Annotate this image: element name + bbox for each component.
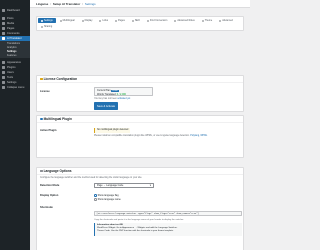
chevron-down-icon: ▾ (149, 184, 151, 187)
comments-icon (2, 31, 5, 35)
license-card-header: License Configuration (37, 76, 243, 83)
plan-badge: FREE (111, 89, 119, 92)
radio-show-name[interactable]: Show language name (94, 198, 121, 201)
rules-icon (174, 19, 177, 22)
save-activate-button[interactable]: Save & Activate (94, 102, 118, 110)
tab-settings[interactable]: Settings (38, 18, 56, 23)
posts-icon (2, 16, 5, 20)
license-status-box: Current Plan FREE Words Translated 0 / 2,0… (94, 87, 153, 96)
radio-show-flag[interactable]: Show language flag (94, 194, 119, 197)
media-icon (2, 21, 5, 25)
search-icon (146, 19, 149, 22)
radio-icon (94, 198, 97, 201)
multilingual-card: Multilingual Plugin Active Plugin No mul… (36, 115, 244, 158)
tab-links[interactable]: Links (96, 18, 111, 23)
tab-theme[interactable]: Theme (199, 18, 215, 23)
tab-advanced-rules[interactable]: Advanced Rules (171, 18, 197, 23)
page-icon (115, 19, 118, 22)
tab-multilingual[interactable]: Multilingual (57, 18, 78, 23)
breadcrumb: Linguise / Setup AI Translator / Setting… (36, 2, 96, 7)
multilingual-card-header: Multilingual Plugin (37, 116, 243, 123)
language-options-header: Language Options (37, 168, 243, 175)
language-icon (40, 169, 43, 173)
tab-sharing[interactable]: Sharing (38, 24, 55, 29)
submenu-features[interactable]: Features (0, 53, 30, 57)
globe-icon (40, 117, 43, 121)
shortcode-note: Copy the shortcode and paste it in the l… (94, 219, 184, 221)
key-icon (40, 77, 43, 81)
display-icon (81, 19, 84, 22)
tab-seo[interactable]: SEO (129, 18, 143, 23)
theme-icon (201, 19, 204, 22)
detection-mode-label: Detection Mode (40, 184, 60, 187)
license-card: License Configuration License Current Pl… (36, 75, 244, 112)
tools-icon (2, 76, 5, 79)
plugins-icon (2, 66, 5, 69)
translator-icon (2, 36, 5, 40)
pages-icon (2, 26, 5, 30)
users-icon (2, 71, 5, 74)
menu-collapse[interactable]: Collapse menu (0, 85, 30, 90)
translator-submenu: Translations Analytics Settings Features (0, 40, 30, 58)
link-icon (99, 19, 102, 22)
settings-tabs: Settings Multilingual Display Links Page… (36, 16, 244, 31)
breadcrumb-section[interactable]: Setup AI Translator (53, 2, 80, 6)
gear-icon (41, 19, 43, 22)
license-note-link[interactable]: activated yet (117, 98, 130, 100)
settings-icon (2, 81, 5, 84)
plugin-description: Please install an compatible translation… (94, 135, 208, 137)
dashboard-icon (2, 9, 5, 12)
shortcode-label: Shortcode (40, 206, 53, 209)
license-note: Your key has not been activated yet (94, 98, 131, 100)
license-row-label: License (40, 90, 50, 93)
words-value: 0 / 2,000 (116, 92, 127, 96)
radio-icon (94, 194, 97, 197)
collapse-icon (2, 86, 5, 89)
language-options-card: Language Options Configure the language … (36, 167, 244, 250)
share-icon (41, 25, 43, 28)
active-plugin-label: Active Plugin (40, 129, 57, 132)
breadcrumb-current: Settings (84, 2, 96, 7)
tab-find-conversion[interactable]: Find Conversion (144, 18, 170, 23)
tab-pages[interactable]: Pages (112, 18, 128, 23)
info-box: Information about en-GB WordPress Widget… (94, 223, 242, 236)
page-header: Linguise / Setup AI Translator / Setting… (30, 0, 250, 8)
breadcrumb-brand[interactable]: Linguise (36, 2, 48, 6)
polylang-link[interactable]: Polylang (190, 135, 199, 137)
admin-sidebar: Dashboard Posts Media Pages Comments AI … (0, 0, 30, 250)
info-line-theme: Theme Code: Use the PHP function with th… (97, 230, 174, 232)
plugin-warning: No multilingual plugin detected (94, 128, 131, 133)
seo-icon (131, 19, 134, 22)
wpml-link[interactable]: WPML (200, 135, 207, 137)
tab-display[interactable]: Display (79, 18, 96, 23)
admin-logo (0, 0, 30, 8)
advanced-icon (219, 19, 222, 22)
detection-mode-select[interactable]: Page → Language Code ▾ (94, 183, 154, 188)
tab-advanced[interactable]: Advanced (216, 18, 236, 23)
globe-icon (59, 19, 62, 22)
shortcode-field[interactable]: [ai-translator-language-switcher type="f… (94, 211, 242, 216)
language-options-intro: Configure the language switcher and the … (40, 177, 143, 179)
display-option-label: Display Option (40, 194, 59, 197)
appearance-icon (2, 61, 5, 64)
